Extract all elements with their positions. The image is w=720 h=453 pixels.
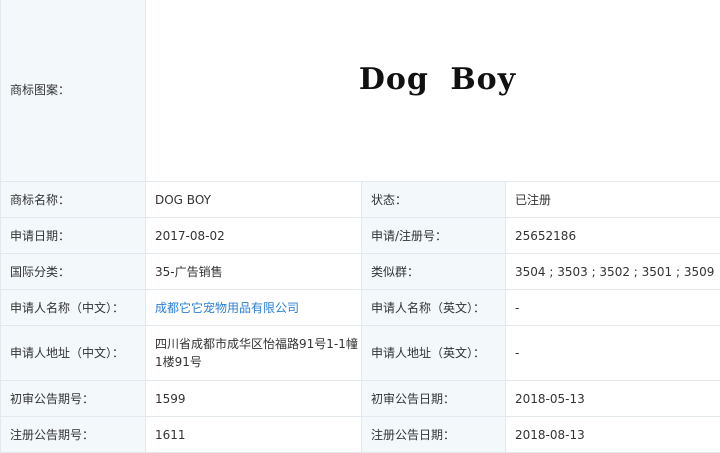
table-row: 初审公告期号： 1599 初审公告日期： 2018-05-13 (1, 381, 720, 417)
reg-pub-number-value: 1611 (146, 417, 362, 453)
apply-date-value: 2017-08-02 (146, 218, 362, 254)
status-value: 已注册 (506, 182, 720, 218)
applicant-name-cn-link[interactable]: 成都它它宠物用品有限公司 (155, 301, 299, 315)
reg-pub-date-label: 注册公告日期： (362, 417, 506, 453)
trademark-name-value: DOG BOY (146, 182, 362, 218)
applicant-name-cn-label: 申请人名称（中文）： (1, 290, 146, 326)
table-row: 注册公告期号： 1611 注册公告日期： 2018-08-13 (1, 417, 720, 453)
table-row: 申请日期： 2017-08-02 申请/注册号： 25652186 (1, 218, 720, 254)
prelim-pub-number-value: 1599 (146, 381, 362, 417)
reg-number-label: 申请/注册号： (362, 218, 506, 254)
applicant-address-cn-value: 四川省成都市成华区怡福路91号1-1幢1楼91号 (146, 326, 362, 381)
status-label: 状态： (362, 182, 506, 218)
intl-class-value: 35-广告销售 (146, 254, 362, 290)
applicant-address-cn-label: 申请人地址（中文）： (1, 326, 146, 381)
similar-group-label: 类似群： (362, 254, 506, 290)
trademark-image-label: 商标图案： (1, 0, 146, 182)
table-row: 商标名称： DOG BOY 状态： 已注册 (1, 182, 720, 218)
trademark-info-table: 商标图案： Dog Boy 商标名称： DOG BOY 状态： 已注册 申请日期… (0, 0, 720, 453)
apply-date-label: 申请日期： (1, 218, 146, 254)
reg-pub-date-value: 2018-08-13 (506, 417, 720, 453)
prelim-pub-date-label: 初审公告日期： (362, 381, 506, 417)
applicant-name-cn-cell: 成都它它宠物用品有限公司 (146, 290, 362, 326)
similar-group-value: 3504 ; 3503 ; 3502 ; 3501 ; 3509 (506, 254, 720, 290)
applicant-address-en-value: - (506, 326, 720, 381)
table-row: 申请人名称（中文）： 成都它它宠物用品有限公司 申请人名称（英文）： - (1, 290, 720, 326)
applicant-name-en-value: - (506, 290, 720, 326)
prelim-pub-date-value: 2018-05-13 (506, 381, 720, 417)
table-row: 商标图案： Dog Boy (1, 0, 720, 182)
intl-class-label: 国际分类： (1, 254, 146, 290)
table-row: 国际分类： 35-广告销售 类似群： 3504 ; 3503 ; 3502 ; … (1, 254, 720, 290)
prelim-pub-number-label: 初审公告期号： (1, 381, 146, 417)
reg-number-value: 25652186 (506, 218, 720, 254)
reg-pub-number-label: 注册公告期号： (1, 417, 146, 453)
trademark-logo: Dog Boy (359, 71, 516, 89)
table-row: 申请人地址（中文）： 四川省成都市成华区怡福路91号1-1幢1楼91号 申请人地… (1, 326, 720, 381)
trademark-name-label: 商标名称： (1, 182, 146, 218)
trademark-image-cell: Dog Boy (146, 0, 720, 182)
applicant-name-en-label: 申请人名称（英文）： (362, 290, 506, 326)
applicant-address-en-label: 申请人地址（英文）： (362, 326, 506, 381)
